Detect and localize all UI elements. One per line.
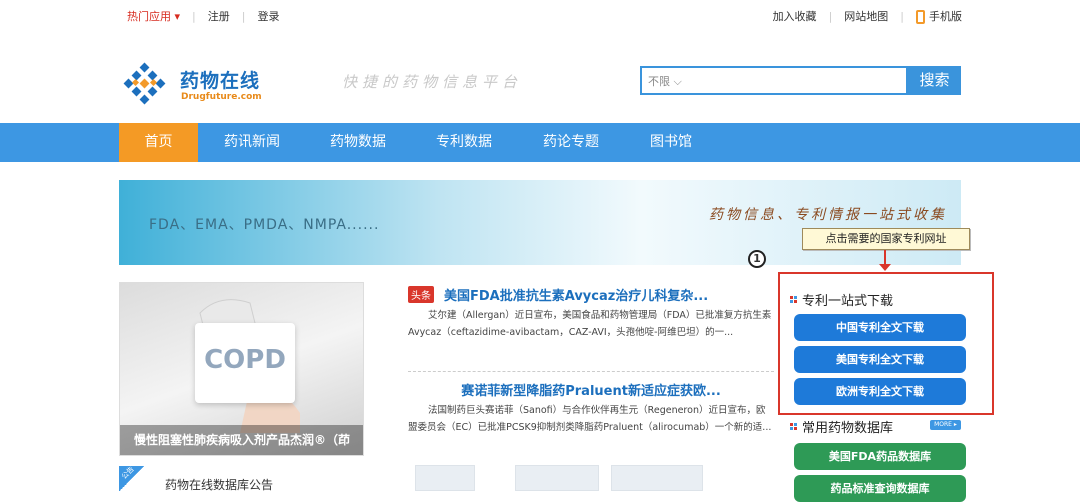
logo-domain: Drugfuture.com xyxy=(181,92,262,102)
thumbnail-image[interactable] xyxy=(611,465,703,491)
divider: | xyxy=(192,9,196,23)
feature-caption[interactable]: 慢性阻塞性肺疾病吸入剂产品杰润®（茚 xyxy=(120,425,363,455)
nav-item-home[interactable]: 首页 xyxy=(119,123,198,162)
eu-patent-download-button[interactable]: 欧洲专利全文下载 xyxy=(794,378,966,405)
instruction-callout: 点击需要的国家专利网址 xyxy=(802,228,970,250)
mobile-link[interactable]: 手机版 xyxy=(916,8,962,24)
notice-section: 公告 药物在线数据库公告 xyxy=(119,465,379,493)
divider: | xyxy=(241,9,246,23)
logo-diamond-icon[interactable] xyxy=(120,62,166,108)
grid-squares-icon xyxy=(790,423,797,430)
chevron-down-icon: ⌵ xyxy=(673,75,682,88)
headline-badge: 头条 xyxy=(408,285,434,303)
china-patent-download-button[interactable]: 中国专利全文下载 xyxy=(794,314,966,341)
search-button[interactable]: 搜索 xyxy=(908,66,961,95)
sitemap-link[interactable]: 网站地图 xyxy=(844,8,888,24)
login-link[interactable]: 登录 xyxy=(257,8,279,24)
caret-down-icon: ▾ xyxy=(174,10,181,23)
top-bar-right: 加入收藏 | 网站地图 | 手机版 xyxy=(773,8,962,24)
notice-corner-ribbon: 公告 xyxy=(119,465,145,491)
step-number-badge: 1 xyxy=(748,250,766,268)
nav-item-drug-data[interactable]: 药物数据 xyxy=(318,123,398,162)
db-panel-title: 常用药物数据库 xyxy=(790,417,893,436)
divider: | xyxy=(900,9,904,23)
site-header: 药物在线 Drugfuture.com 快捷的药物信息平台 不限 ⌵ 搜索 xyxy=(0,30,1080,123)
top-bar-left: 热门应用 ▾ | 注册 | 登录 xyxy=(127,8,279,24)
fda-database-button[interactable]: 美国FDA药品数据库 xyxy=(794,443,966,470)
hot-apps-menu[interactable]: 热门应用 ▾ xyxy=(127,8,180,24)
search-scope-select[interactable]: 不限 ⌵ xyxy=(648,73,682,89)
news-divider xyxy=(408,371,774,372)
copd-label: COPD xyxy=(204,345,286,375)
news-thumbnails xyxy=(415,465,715,491)
news-title-link[interactable]: 赛诺菲新型降脂药Praluent新适应症获欧... xyxy=(461,380,721,399)
banner-slogan: 药物信息、专利情报一站式收集 xyxy=(709,207,947,223)
drug-standards-database-button[interactable]: 药品标准查询数据库 xyxy=(794,475,966,502)
logo-text[interactable]: 药物在线 xyxy=(180,66,260,93)
us-patent-download-button[interactable]: 美国专利全文下载 xyxy=(794,346,966,373)
site-slogan: 快捷的药物信息平台 xyxy=(342,73,523,91)
news-summary: 法国制药巨头赛诺菲（Sanofi）与合作伙伴再生元（Regeneron）近日宣布… xyxy=(408,405,772,433)
notice-title[interactable]: 药物在线数据库公告 xyxy=(165,476,273,493)
news-item: 赛诺菲新型降脂药Praluent新适应症获欧... 法国制药巨头赛诺菲（Sano… xyxy=(408,380,774,436)
feature-slide[interactable]: COPD 慢性阻塞性肺疾病吸入剂产品杰润®（茚 xyxy=(119,282,364,456)
thumbnail-image[interactable] xyxy=(415,465,475,491)
news-summary: 艾尔建（Allergan）近日宣布，美国食品和药物管理局（FDA）已批准复方抗生… xyxy=(408,310,772,338)
nav-item-library[interactable]: 图书馆 xyxy=(634,123,708,162)
news-item: 头条 美国FDA批准抗生素Avycaz治疗儿科复杂... 艾尔建（Allerga… xyxy=(408,285,774,341)
nav-item-patent-data[interactable]: 专利数据 xyxy=(424,123,504,162)
divider: | xyxy=(828,9,833,23)
news-title-link[interactable]: 美国FDA批准抗生素Avycaz治疗儿科复杂... xyxy=(444,285,708,304)
patent-panel-title: 专利一站式下载 xyxy=(790,290,893,309)
top-bar: 热门应用 ▾ | 注册 | 登录 加入收藏 | 网站地图 | 手机版 xyxy=(0,0,1080,30)
search-input[interactable]: 不限 ⌵ xyxy=(640,66,908,95)
thumbnail-image[interactable] xyxy=(515,465,599,491)
register-link[interactable]: 注册 xyxy=(208,8,230,24)
nav-item-topics[interactable]: 药论专题 xyxy=(531,123,611,162)
arrow-down-icon xyxy=(879,264,891,271)
main-nav: 首页 药讯新闻 药物数据 专利数据 药论专题 图书馆 xyxy=(0,123,1080,162)
banner-agencies: FDA、EMA、PMDA、NMPA...... xyxy=(149,217,380,233)
add-favorite-link[interactable]: 加入收藏 xyxy=(773,8,817,24)
more-button[interactable]: MORE ▸ xyxy=(930,420,961,430)
mobile-phone-icon xyxy=(916,10,925,24)
nav-item-news[interactable]: 药讯新闻 xyxy=(212,123,292,162)
copd-card: COPD xyxy=(195,323,295,403)
promo-banner[interactable]: FDA、EMA、PMDA、NMPA...... 药物信息、专利情报一站式收集 xyxy=(119,180,961,265)
grid-squares-icon xyxy=(790,296,797,303)
